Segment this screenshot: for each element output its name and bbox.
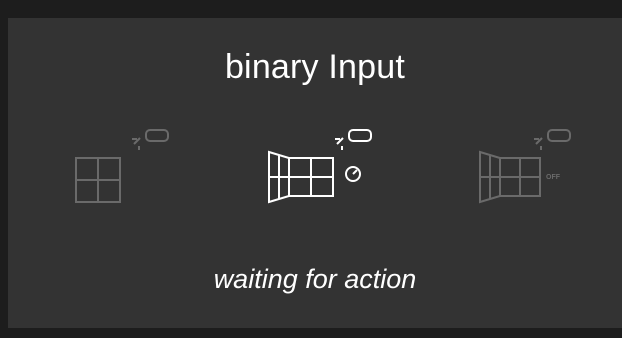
- state-window-open-off-button[interactable]: OFF: [460, 122, 580, 222]
- state-window-open-timer-button[interactable]: [255, 122, 375, 222]
- status-text: waiting for action: [213, 264, 417, 294]
- state-window-closed-button[interactable]: [64, 122, 184, 222]
- window-closed-icon: [75, 129, 169, 203]
- widget-title: binary Input: [224, 48, 406, 86]
- binary-input-panel: binary Input OFF waiting for action: [8, 18, 622, 328]
- window-open-off-icon: OFF: [479, 129, 571, 204]
- off-label: OFF: [546, 174, 561, 181]
- window-open-timer-icon: [268, 129, 372, 204]
- widget-frame: binary Input OFF waiting for action: [0, 0, 622, 338]
